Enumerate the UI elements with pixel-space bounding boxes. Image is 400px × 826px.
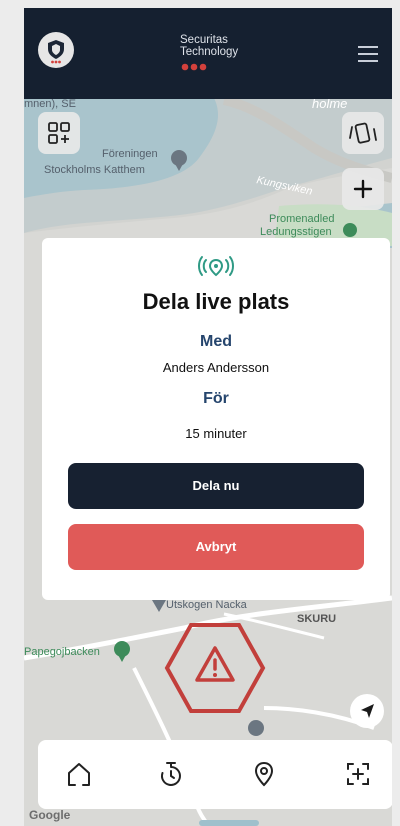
alert-hexagon-icon[interactable] — [164, 622, 266, 714]
qr-code-icon — [48, 122, 70, 144]
dialog-title: Dela live plats — [142, 289, 290, 314]
with-label: Med — [200, 333, 232, 350]
live-location-icon — [198, 256, 234, 277]
navigation-arrow-icon — [361, 704, 374, 718]
map-label: Utskogen Nacka — [166, 599, 247, 611]
brand-dots-icon — [181, 63, 207, 71]
vibrate-icon — [349, 122, 377, 144]
duration-value: 15 minuter — [185, 426, 247, 441]
map-label: Föreningen — [102, 148, 158, 160]
zoom-in-button[interactable] — [342, 168, 384, 210]
scan-icon[interactable] — [344, 760, 372, 788]
brand-line: Securitas — [180, 34, 228, 46]
home-icon[interactable] — [65, 760, 93, 788]
brand-name: Securitas Technology — [180, 34, 238, 58]
recipient-name: Anders Andersson — [162, 360, 270, 375]
vibrate-button[interactable] — [342, 112, 384, 154]
timer-icon[interactable] — [157, 760, 185, 788]
logo-shield-icon[interactable] — [38, 32, 74, 68]
brand-line: Technology — [180, 46, 239, 58]
map-label: Papegojbacken — [24, 646, 100, 658]
menu-icon[interactable] — [358, 45, 380, 63]
share-location-dialog: Dela live plats Med Anders Andersson För… — [42, 238, 390, 600]
google-attribution[interactable]: Google — [29, 808, 70, 822]
map-label: Ledungsstigen — [260, 226, 332, 238]
app-screen: mnen), SE holme Föreningen Stockholms Ka… — [24, 8, 392, 826]
map-label: Promenadled — [269, 213, 335, 225]
plus-icon — [353, 179, 373, 199]
map-label: SKURU — [297, 613, 337, 625]
share-now-button[interactable]: Dela nu — [68, 463, 364, 509]
location-icon[interactable] — [250, 760, 278, 788]
bottom-navigation — [38, 740, 392, 809]
qr-code-button[interactable] — [38, 112, 80, 154]
cancel-button[interactable]: Avbryt — [68, 524, 364, 570]
my-location-button[interactable] — [350, 694, 384, 728]
map-label: mnen), SE — [24, 98, 76, 110]
app-header: Securitas Technology — [24, 8, 392, 99]
duration-label: För — [203, 390, 229, 407]
map-label: Stockholms Katthem — [44, 164, 145, 176]
